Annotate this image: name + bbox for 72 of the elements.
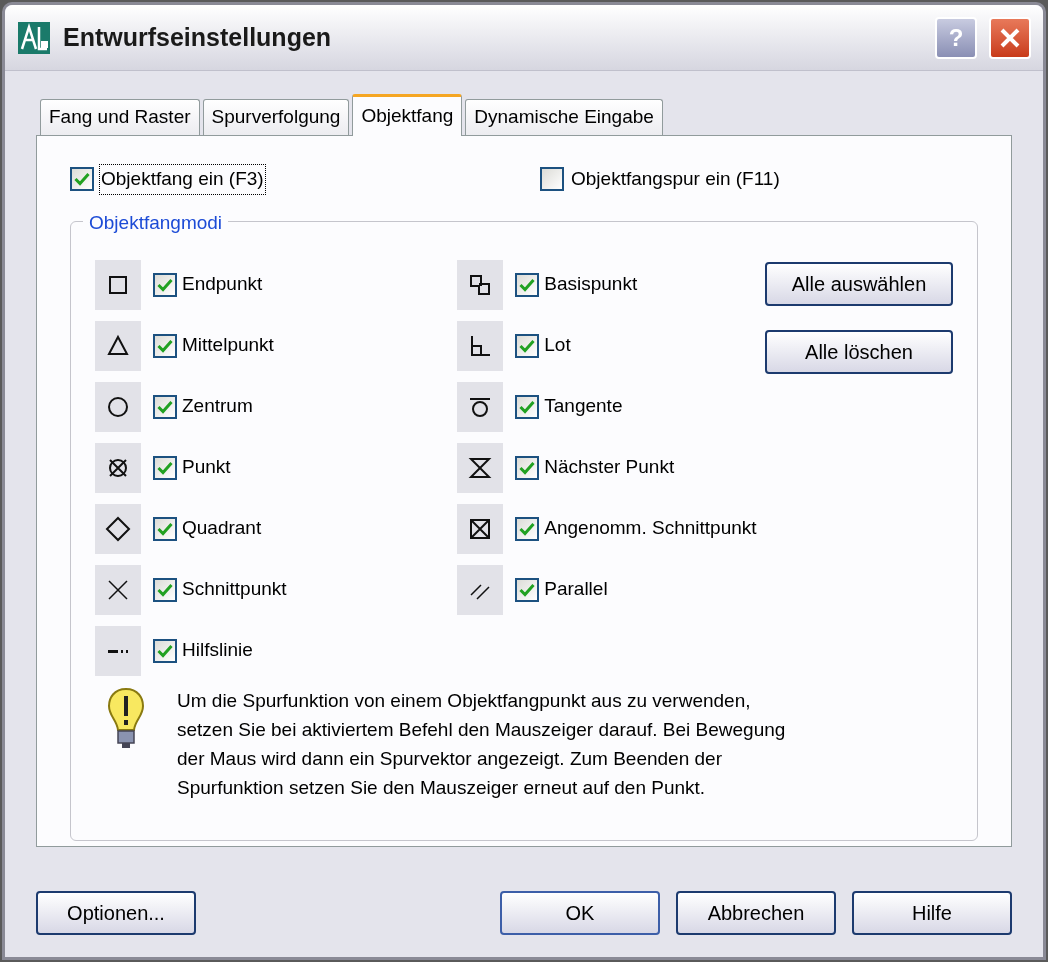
checkbox[interactable] — [540, 167, 564, 192]
checkbox[interactable] — [153, 333, 177, 358]
checkbox[interactable] — [515, 394, 540, 419]
options-button[interactable]: Optionen... — [36, 891, 196, 935]
snap-icon — [457, 442, 504, 493]
checkbox-label: Quadrant — [182, 516, 262, 541]
checkbox-label: Punkt — [182, 455, 231, 480]
checkbox-label: Mittelpunkt — [182, 333, 274, 358]
checkbox-label: Basispunkt — [544, 272, 638, 297]
checkbox[interactable] — [153, 272, 177, 297]
snap-icon — [95, 625, 141, 676]
snap-icon — [457, 381, 504, 432]
snap-icon — [457, 320, 504, 371]
checkbox-label: Objektfang ein (F3) — [99, 164, 266, 195]
checkbox[interactable] — [515, 516, 540, 541]
snap-icon — [457, 503, 504, 554]
dialog-button[interactable]: Hilfe — [852, 891, 1012, 935]
checkbox[interactable] — [515, 333, 540, 358]
checkbox[interactable] — [153, 577, 177, 602]
checkbox[interactable] — [515, 577, 540, 602]
checkbox-label: Hilfslinie — [182, 638, 253, 663]
checkmark-icon — [157, 643, 173, 658]
tab[interactable]: Spurverfolgung — [202, 99, 350, 135]
dialog-button[interactable]: OK — [500, 891, 660, 935]
checkbox-label: Schnittpunkt — [182, 577, 287, 602]
close-button[interactable] — [989, 16, 1031, 59]
checkmark-icon — [157, 582, 173, 597]
tab[interactable]: Objektfang — [352, 94, 463, 136]
dialog-button[interactable]: Abbrechen — [676, 891, 836, 935]
lightbulb-icon — [105, 685, 147, 750]
snap-icon — [95, 564, 141, 615]
checkbox-label: Angenomm. Schnittpunkt — [544, 516, 757, 541]
tab[interactable]: Fang und Raster — [40, 99, 200, 135]
checkmark-icon — [519, 277, 536, 292]
checkmark-icon — [157, 277, 173, 292]
checkbox-label: Endpunkt — [182, 272, 263, 297]
tab[interactable]: Dynamische Eingabe — [465, 99, 663, 135]
checkmark-icon — [519, 399, 536, 414]
checkbox-label: Parallel — [544, 577, 608, 602]
checkbox-label: Zentrum — [182, 394, 253, 419]
checkmark-icon — [74, 172, 90, 187]
snap-icon — [95, 320, 141, 371]
snap-icon — [95, 381, 141, 432]
snap-icon — [457, 259, 504, 310]
checkmark-icon — [519, 521, 536, 536]
app-logo-icon — [17, 20, 51, 55]
checkbox[interactable] — [153, 455, 177, 480]
checkbox[interactable] — [70, 167, 94, 192]
checkmark-icon — [157, 338, 173, 353]
checkmark-icon — [519, 582, 536, 597]
checkbox[interactable] — [153, 394, 177, 419]
snap-icon — [457, 564, 504, 615]
select-button[interactable]: Alle auswählen — [765, 261, 953, 306]
hint-text: Um die Spurfunktion von einem Objektfangpunkt aus zu verwenden, setzen Sie bei aktiviertem Befehl den Mauszeiger darauf. Bei Bewegung der Maus wird dann ein Spurvektor angezeigt. Zum Beenden der Spurfunktion setzen Sie den Mauszeiger erneut auf den Punkt. — [177, 688, 787, 800]
checkbox-label: Lot — [544, 333, 571, 358]
checkmark-icon — [519, 338, 536, 353]
checkmark-icon — [157, 460, 173, 475]
checkbox-label: Nächster Punkt — [544, 455, 675, 480]
window-title: Entwurfseinstellungen — [63, 21, 333, 53]
checkbox[interactable] — [515, 455, 540, 480]
checkmark-icon — [157, 521, 173, 536]
snap-icon — [95, 503, 141, 554]
snap-icon — [95, 442, 141, 493]
checkbox[interactable] — [153, 516, 177, 541]
checkbox-label: Objektfangspur ein (F11) — [570, 167, 781, 191]
checkbox-label: Tangente — [544, 394, 623, 419]
checkmark-icon — [519, 460, 536, 475]
checkmark-icon — [157, 399, 173, 414]
select-button[interactable]: Alle löschen — [765, 329, 953, 374]
snap-icon — [95, 259, 141, 310]
checkbox[interactable] — [515, 272, 540, 297]
checkbox[interactable] — [153, 638, 177, 663]
